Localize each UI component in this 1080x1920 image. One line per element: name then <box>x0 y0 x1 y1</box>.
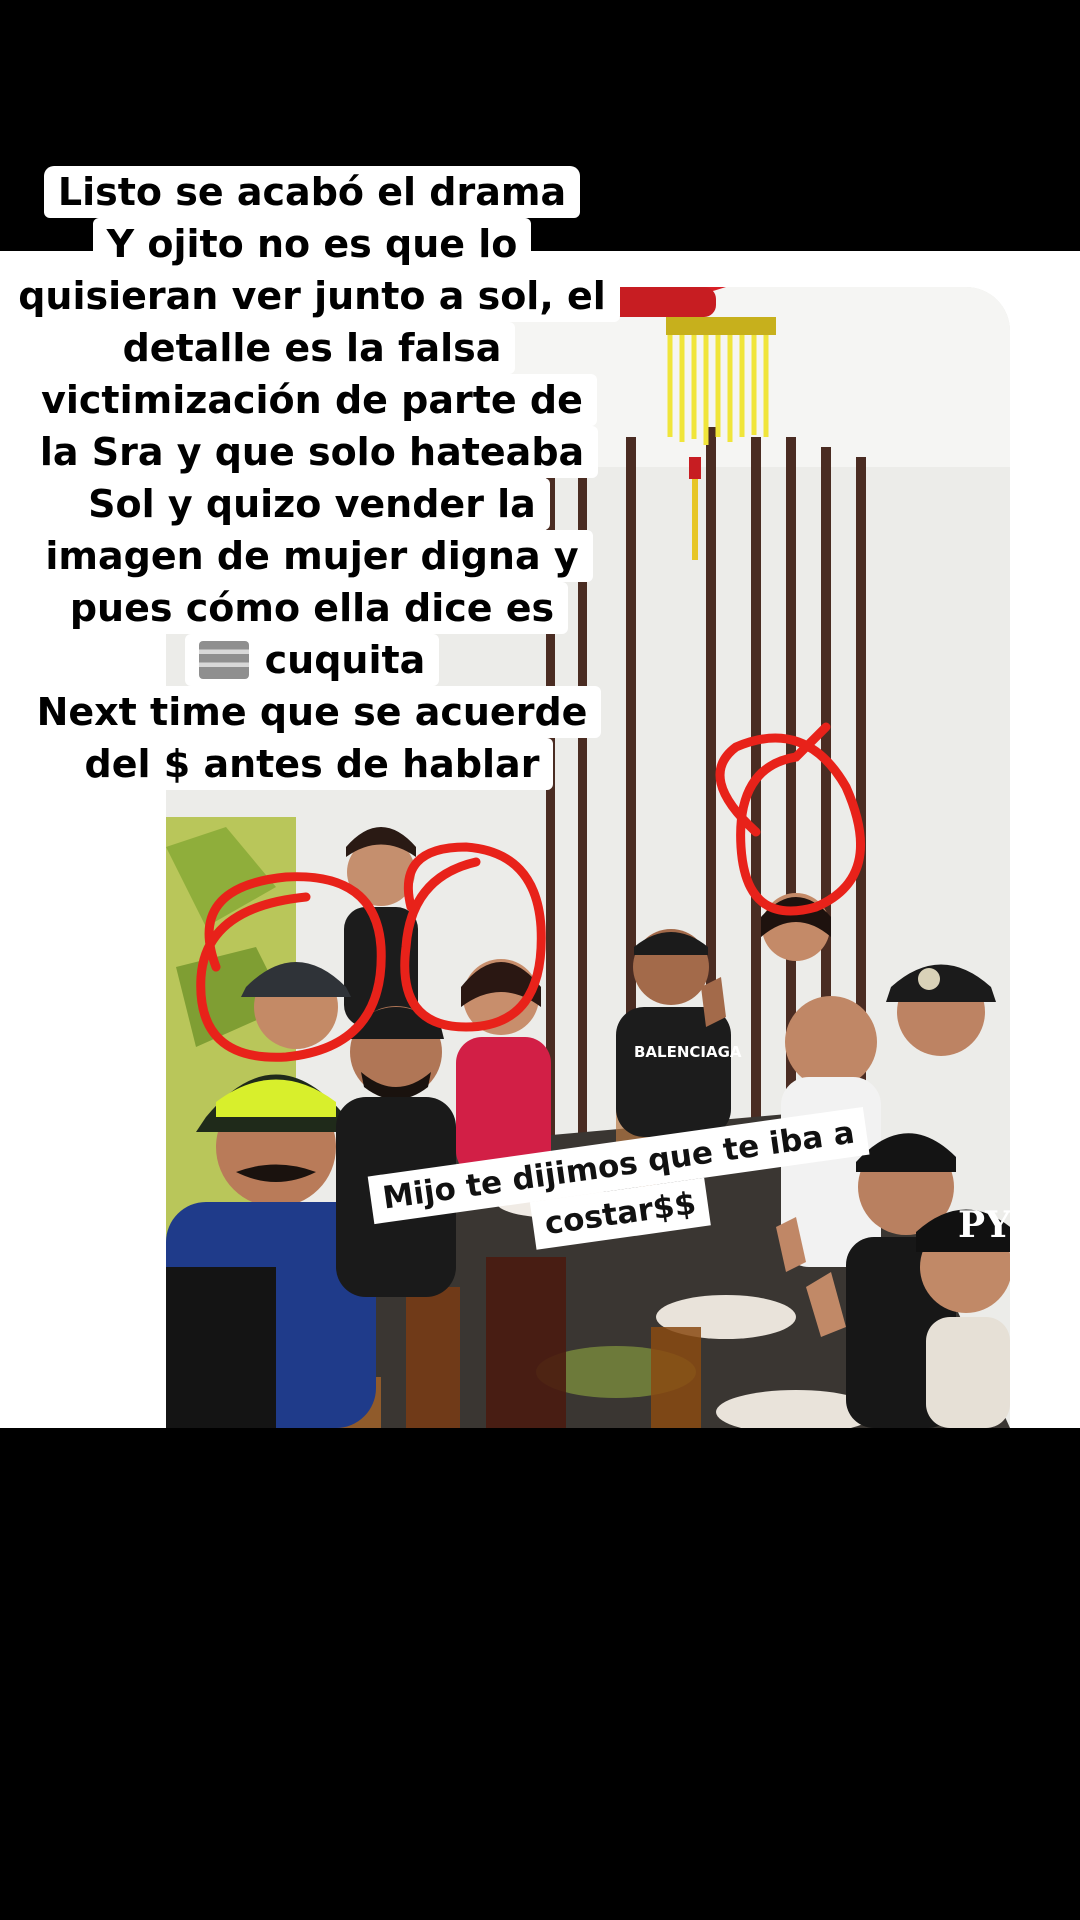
caption-line: la Sra y que solo hateaba <box>25 426 599 478</box>
caption-line: Next time que se acuerde <box>22 686 602 738</box>
caption-line: Y ojito no es que lo <box>92 218 532 270</box>
caption-line-with-emoji: cuquita <box>184 634 440 686</box>
caption-line: imagen de mujer digna y <box>31 530 593 582</box>
svg-text:PY: PY <box>958 1204 1010 1246</box>
caption-line: detalle es la falsa <box>108 322 516 374</box>
video-frame: BALENCIAGA PY Listo se acabó el drama Y … <box>0 0 1080 1920</box>
caption-line: quisieran ver junto a sol, el <box>4 270 620 322</box>
caption-line: del $ antes de hablar <box>70 738 554 790</box>
emoji-icon <box>198 641 249 679</box>
caption-line-text: cuquita <box>264 638 426 682</box>
caption-line: Listo se acabó el drama <box>43 166 581 218</box>
caption-line: Sol y quizo vender la <box>74 478 550 530</box>
caption-line: victimización de parte de <box>27 374 597 426</box>
svg-text:BALENCIAGA: BALENCIAGA <box>634 1043 742 1061</box>
caption-line: pues cómo ella dice es <box>55 582 569 634</box>
caption-block: Listo se acabó el drama Y ojito no es qu… <box>0 166 624 790</box>
